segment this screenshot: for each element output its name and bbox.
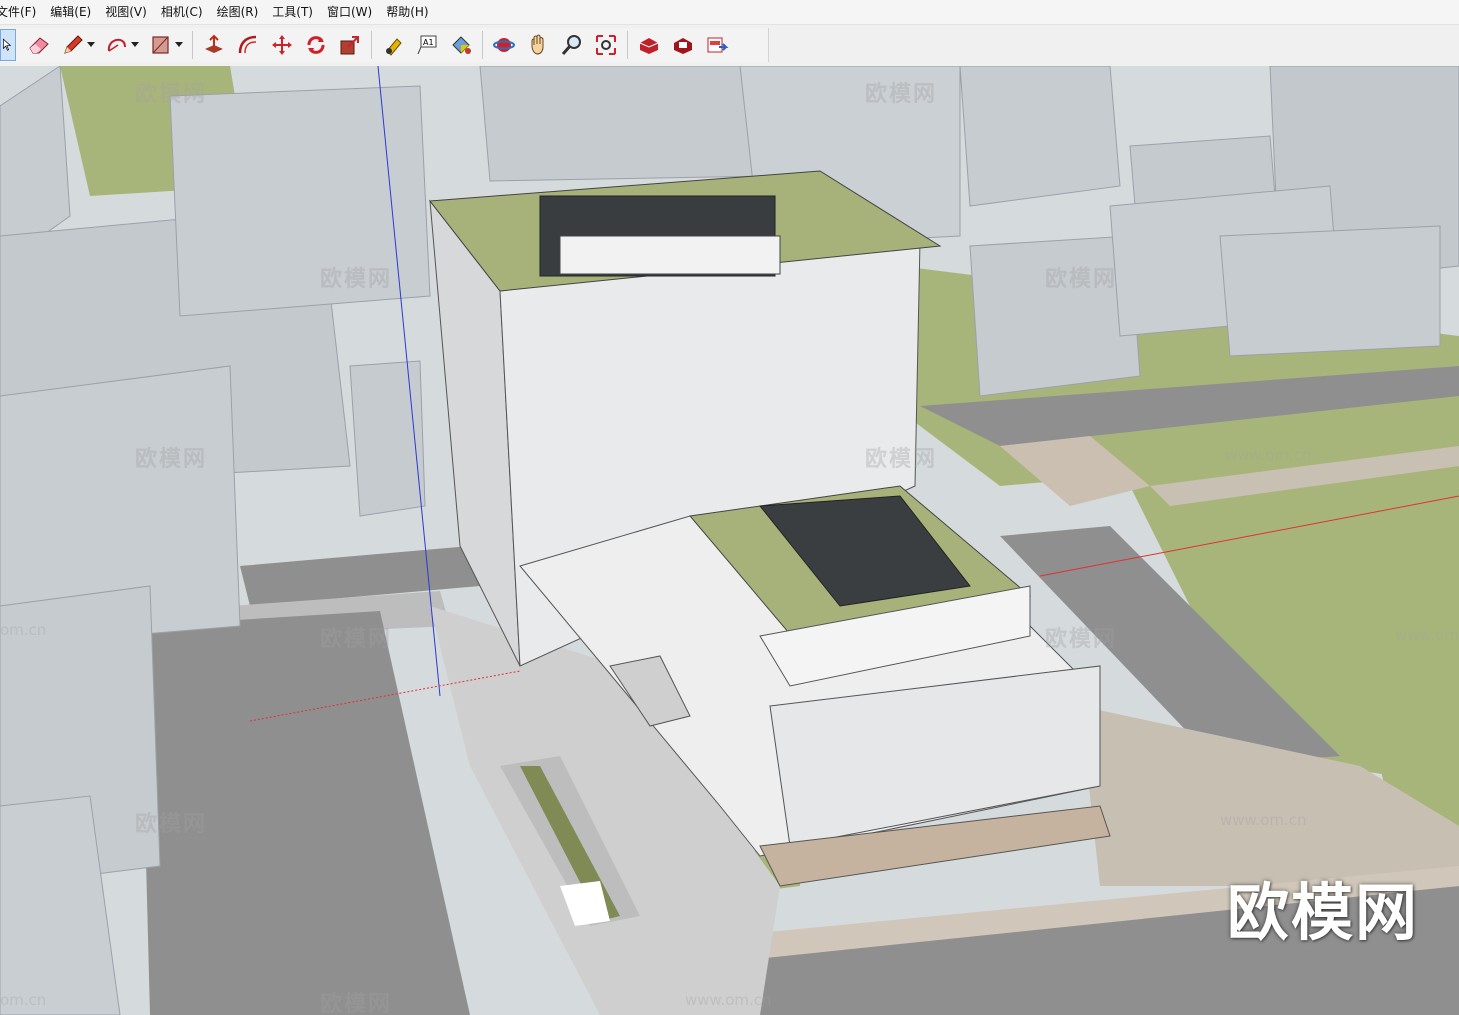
menu-view[interactable]: 视图(V) (98, 0, 154, 24)
paint-bucket-tool-button[interactable] (446, 30, 476, 60)
watermark: 欧模网 (1045, 627, 1118, 652)
watermark: 欧模网 (865, 82, 938, 107)
pan-tool-button[interactable] (523, 30, 553, 60)
watermark: 欧模网 (135, 812, 208, 837)
zoom-tool-button[interactable] (557, 30, 587, 60)
scale-icon (340, 36, 359, 55)
orbit-icon (493, 38, 515, 52)
menu-camera[interactable]: 相机(C) (154, 0, 210, 24)
watermark: 欧模网 (320, 627, 393, 652)
arc-dropdown[interactable] (130, 30, 140, 60)
watermark-url: www.om.cn (1225, 446, 1312, 464)
warehouse-tool-button[interactable] (634, 30, 664, 60)
scale-tool-button[interactable] (335, 30, 365, 60)
menu-help[interactable]: 帮助(H) (379, 0, 435, 24)
chevron-down-icon (131, 42, 139, 47)
paint-bucket-icon (452, 36, 471, 54)
text-tool-button[interactable]: A1 (412, 30, 442, 60)
pencil-dropdown[interactable] (86, 30, 96, 60)
pan-icon (531, 34, 544, 55)
toolbar-separator (482, 31, 483, 59)
zoom-extents-icon (596, 35, 616, 55)
watermark: 欧模网 (865, 447, 938, 472)
watermark: 欧模网 (1045, 267, 1118, 292)
move-tool-button[interactable] (267, 30, 297, 60)
rectangle-tool-button[interactable] (146, 30, 176, 60)
tape-measure-tool-button[interactable] (378, 30, 408, 60)
chevron-down-icon (87, 42, 95, 47)
push-pull-tool-button[interactable] (199, 30, 229, 60)
move-icon (272, 35, 292, 55)
watermark: 欧模网 (135, 82, 208, 107)
watermark: 欧模网 (135, 447, 208, 472)
toolbar-separator (192, 31, 193, 59)
watermark-url: www.om.cn (1395, 626, 1459, 644)
watermark-url: www.om.cn (1220, 811, 1307, 829)
menu-tools[interactable]: 工具(T) (265, 0, 320, 24)
menu-window[interactable]: 窗口(W) (320, 0, 379, 24)
watermark: 欧模网 (320, 992, 393, 1015)
zoom-extents-tool-button[interactable] (591, 30, 621, 60)
select-icon (2, 38, 12, 51)
toolbar-separator (627, 31, 628, 59)
rotate-tool-button[interactable] (301, 30, 331, 60)
watermark-url: om.cn (0, 991, 47, 1009)
offset-tool-button[interactable] (233, 30, 263, 60)
watermark-url: om.cn (0, 621, 47, 639)
push-pull-icon (205, 34, 223, 53)
rectangle-dropdown[interactable] (174, 30, 184, 60)
eraser-tool-button[interactable] (24, 30, 54, 60)
watermark-url: www.om.cn (685, 991, 772, 1009)
zoom-icon (561, 35, 581, 55)
select-tool-button[interactable] (0, 29, 16, 61)
orbit-tool-button[interactable] (489, 30, 519, 60)
toolbar-separator (371, 31, 372, 59)
warehouse-icon (639, 38, 659, 54)
send-to-layout-tool-button[interactable] (702, 30, 732, 60)
tape-measure-icon (386, 38, 402, 56)
extension-warehouse-tool-button[interactable] (668, 30, 698, 60)
toolbar: A1 (0, 24, 1459, 67)
text-icon: A1 (417, 35, 437, 55)
offset-icon (238, 35, 257, 54)
eraser-icon (29, 37, 49, 54)
brand-logo: 欧模网 (1227, 876, 1420, 949)
rectangle-icon (152, 36, 169, 54)
menu-file[interactable]: 文件(F) (0, 0, 43, 24)
chevron-down-icon (175, 42, 183, 47)
large-tool-set: A1 (0, 28, 769, 62)
send-to-layout-icon (707, 37, 729, 53)
arc-tool-button[interactable] (102, 30, 132, 60)
rotate-icon (307, 36, 325, 54)
menu-edit[interactable]: 编辑(E) (43, 0, 98, 24)
pencil-icon (64, 35, 83, 54)
menu-bar: 文件(F) 编辑(E) 视图(V) 相机(C) 绘图(R) 工具(T) 窗口(W… (0, 0, 1459, 24)
svg-text:A1: A1 (423, 38, 434, 47)
watermark: 欧模网 (320, 267, 393, 292)
extension-warehouse-icon (674, 38, 692, 54)
pencil-tool-button[interactable] (58, 30, 88, 60)
menu-draw[interactable]: 绘图(R) (210, 0, 266, 24)
arc-icon (107, 38, 126, 52)
